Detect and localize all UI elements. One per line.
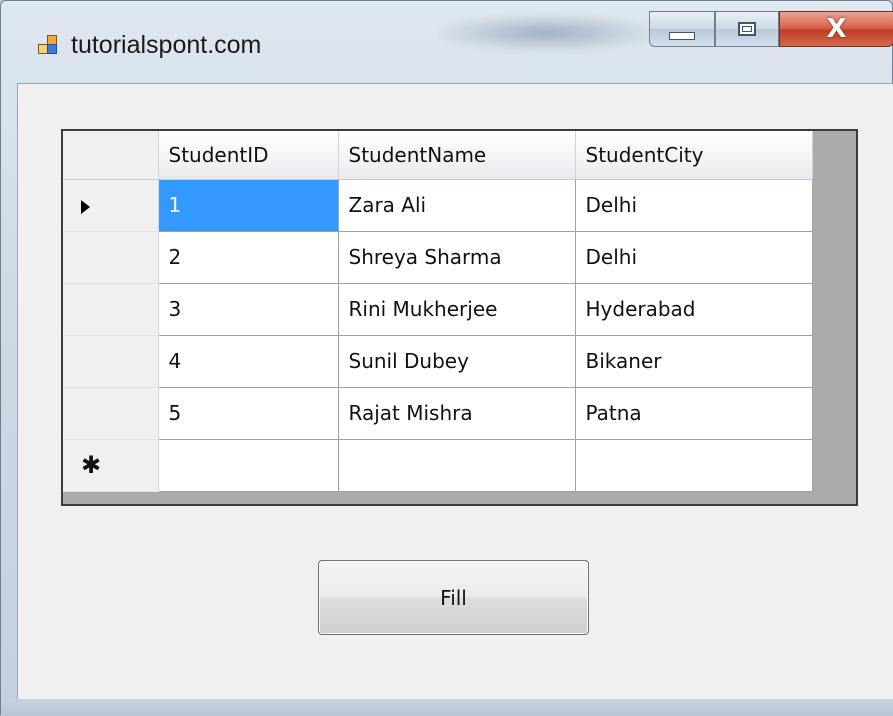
- cell-studentcity[interactable]: Hyderabad: [575, 283, 813, 336]
- cell-studentid[interactable]: 3: [158, 283, 339, 336]
- row-header[interactable]: [63, 387, 159, 440]
- maximize-icon: [738, 22, 756, 36]
- cell-studentid[interactable]: 2: [158, 231, 339, 284]
- cell-studentcity[interactable]: Patna: [575, 387, 813, 440]
- table-row[interactable]: 5 Rajat Mishra Patna: [63, 387, 813, 440]
- close-icon: X: [826, 14, 847, 44]
- table-row[interactable]: 1 Zara Ali Delhi: [63, 179, 813, 232]
- cell-studentid[interactable]: 1: [158, 179, 339, 232]
- table-row[interactable]: 2 Shreya Sharma Delhi: [63, 231, 813, 284]
- row-header[interactable]: ✱: [63, 439, 159, 492]
- fill-button[interactable]: Fill: [318, 560, 589, 635]
- minimize-button[interactable]: [649, 11, 715, 47]
- window-bottom-border[interactable]: [1, 699, 893, 716]
- student-datagrid[interactable]: StudentID StudentName StudentCity 1 Zara…: [61, 129, 858, 506]
- cell-studentid[interactable]: 4: [158, 335, 339, 388]
- cell-studentname[interactable]: [338, 439, 576, 492]
- cell-studentcity[interactable]: Bikaner: [575, 335, 813, 388]
- column-header-studentcity[interactable]: StudentCity: [575, 131, 813, 180]
- cell-studentid[interactable]: [158, 439, 339, 492]
- grid-header-row: StudentID StudentName StudentCity: [63, 131, 813, 180]
- column-header-studentid[interactable]: StudentID: [158, 131, 339, 180]
- cell-studentname[interactable]: Sunil Dubey: [338, 335, 576, 388]
- cell-studentid[interactable]: 5: [158, 387, 339, 440]
- row-header[interactable]: [63, 179, 159, 232]
- row-header-corner[interactable]: [63, 131, 159, 180]
- app-window: tutorialspont.com X StudentID StudentNam…: [0, 0, 893, 716]
- maximize-button[interactable]: [715, 11, 779, 47]
- cell-studentname[interactable]: Zara Ali: [338, 179, 576, 232]
- minimize-icon: [669, 32, 695, 40]
- new-row-asterisk-icon: ✱: [81, 450, 102, 479]
- row-header[interactable]: [63, 231, 159, 284]
- cell-studentcity[interactable]: [575, 439, 813, 492]
- table-row[interactable]: 4 Sunil Dubey Bikaner: [63, 335, 813, 388]
- app-icon[interactable]: [38, 35, 60, 57]
- row-header[interactable]: [63, 283, 159, 336]
- title-bar-glass: [441, 15, 651, 51]
- row-header[interactable]: [63, 335, 159, 388]
- new-row[interactable]: ✱: [63, 439, 813, 492]
- cell-studentcity[interactable]: Delhi: [575, 179, 813, 232]
- cell-studentcity[interactable]: Delhi: [575, 231, 813, 284]
- cell-studentname[interactable]: Shreya Sharma: [338, 231, 576, 284]
- caption-buttons: X: [649, 11, 893, 49]
- cell-studentname[interactable]: Rini Mukherjee: [338, 283, 576, 336]
- column-header-studentname[interactable]: StudentName: [338, 131, 576, 180]
- title-bar[interactable]: tutorialspont.com X: [1, 1, 893, 83]
- form-client-area: StudentID StudentName StudentCity 1 Zara…: [17, 83, 893, 699]
- table-row[interactable]: 3 Rini Mukherjee Hyderabad: [63, 283, 813, 336]
- close-button[interactable]: X: [779, 11, 893, 47]
- current-row-arrow-icon: [81, 199, 90, 214]
- cell-studentname[interactable]: Rajat Mishra: [338, 387, 576, 440]
- window-title: tutorialspont.com: [71, 31, 262, 59]
